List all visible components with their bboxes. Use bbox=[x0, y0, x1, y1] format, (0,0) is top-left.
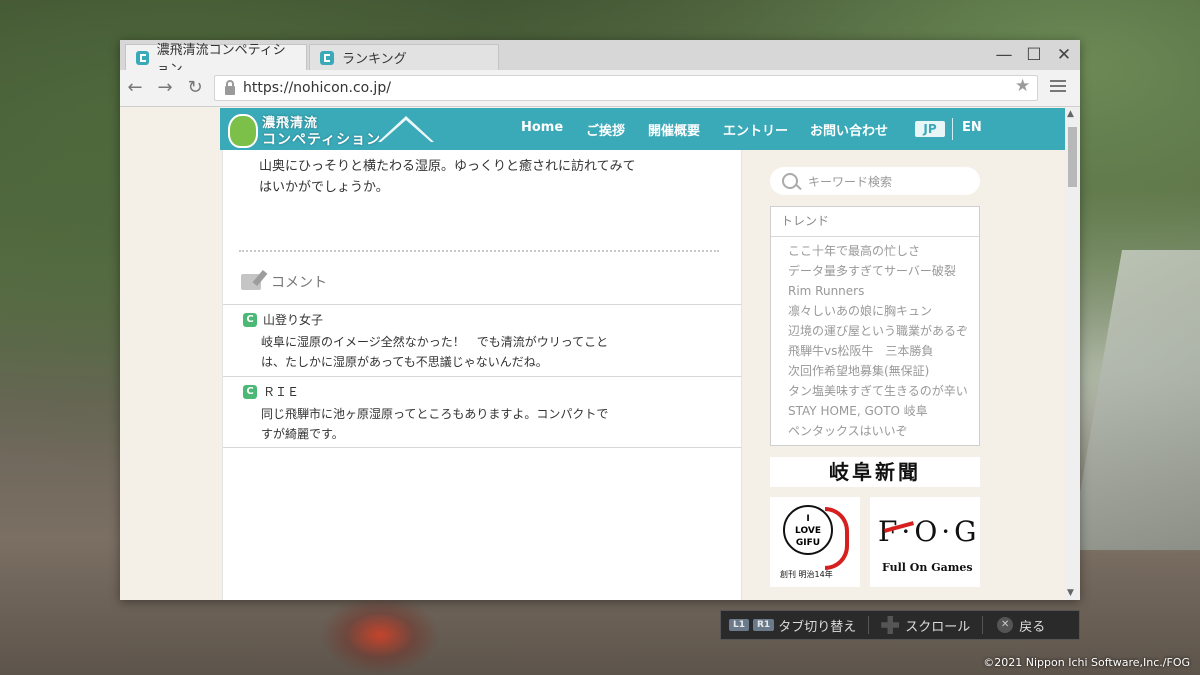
nav-contact[interactable]: お問い合わせ bbox=[810, 120, 888, 139]
article-line: はいかがでしょうか。 bbox=[259, 180, 389, 195]
trend-item[interactable]: タン塩美味すぎて生きるのが辛い bbox=[788, 381, 979, 401]
trend-item[interactable]: STAY HOME, GOTO 岐阜 bbox=[788, 401, 979, 421]
l1-button-icon: L1 bbox=[729, 619, 749, 631]
trend-list: ここ十年で最高の忙しさ データ量多すぎてサーバー破裂 Rim Runners 凛… bbox=[771, 237, 979, 441]
hint-tab-switch: タブ切り替え bbox=[778, 619, 857, 635]
nav-greeting[interactable]: ご挨拶 bbox=[586, 120, 625, 139]
bookmark-star-icon[interactable]: ★ bbox=[1015, 76, 1030, 96]
browser-window: 濃飛清流コンペティション ランキング — ☐ ✕ ← → ↻ https://n… bbox=[120, 40, 1080, 600]
trend-title: トレンド bbox=[771, 207, 979, 237]
url-text: https://nohicon.co.jp/ bbox=[243, 80, 391, 96]
controller-hint-bar: L1 R1 タブ切り替え スクロール ✕ 戻る bbox=[720, 610, 1080, 640]
comment-author: C 山登り女子 bbox=[243, 311, 323, 328]
close-button[interactable]: ✕ bbox=[1052, 45, 1076, 65]
site-header: 濃飛清流 コンペティション Home ご挨拶 開催概要 エントリー お問い合わせ… bbox=[220, 108, 1065, 150]
back-arrow-icon[interactable]: ← bbox=[124, 77, 146, 98]
hint-divider bbox=[868, 616, 870, 634]
menu-icon[interactable] bbox=[1050, 77, 1066, 95]
comment-author-name: 山登り女子 bbox=[263, 313, 324, 327]
pencil-icon bbox=[241, 274, 261, 290]
trend-item[interactable]: 次回作希望地募集(無保証) bbox=[788, 361, 979, 381]
search-input[interactable]: キーワード検索 bbox=[770, 167, 980, 195]
comment-line: 岐阜に湿原のイメージ全然なかった！ でも清流がウリってこと bbox=[261, 335, 609, 349]
article-line: 山奥にひっそりと横たわる湿原。ゆっくりと癒されに訪れてみて bbox=[259, 159, 636, 174]
reload-icon[interactable]: ↻ bbox=[184, 77, 206, 98]
hint-scroll: スクロール bbox=[905, 619, 971, 635]
comment-line: すが綺麗です。 bbox=[261, 427, 344, 441]
tent-background bbox=[1070, 250, 1200, 550]
browser-toolbar: ← → ↻ https://nohicon.co.jp/ ★ bbox=[120, 70, 1080, 107]
nav-home[interactable]: Home bbox=[521, 120, 563, 135]
dotted-divider bbox=[239, 250, 719, 252]
site-favicon-icon bbox=[320, 50, 334, 65]
trend-item[interactable]: ここ十年で最高の忙しさ bbox=[788, 241, 979, 261]
trend-item[interactable]: Rim Runners bbox=[788, 281, 979, 301]
campfire-glow bbox=[320, 595, 440, 675]
site-logo[interactable]: 濃飛清流 コンペティション bbox=[228, 110, 438, 148]
logo-line2: コンペティション bbox=[262, 132, 382, 148]
nav-entry[interactable]: エントリー bbox=[723, 120, 788, 139]
frog-mascot-icon bbox=[228, 114, 258, 148]
trend-item[interactable]: 凛々しいあの娘に胸キュン bbox=[788, 301, 979, 321]
gifu-subtitle: 創刊 明治14年 bbox=[780, 570, 833, 579]
trend-box: トレンド ここ十年で最高の忙しさ データ量多すぎてサーバー破裂 Rim Runn… bbox=[770, 206, 980, 446]
fog-subtitle: Full On Games bbox=[882, 561, 973, 574]
fog-logo: F·O·G bbox=[878, 515, 981, 548]
gifu-shimbun-banner[interactable]: 岐阜新聞 bbox=[770, 457, 980, 487]
lang-divider bbox=[952, 118, 953, 140]
mountain-inner bbox=[381, 120, 431, 142]
comment-author-name: ＲＩＥ bbox=[263, 385, 300, 399]
address-bar[interactable]: https://nohicon.co.jp/ bbox=[214, 75, 1038, 101]
trend-item[interactable]: 辺境の運び屋という職業があるぞ bbox=[788, 321, 979, 341]
search-placeholder: キーワード検索 bbox=[808, 174, 893, 189]
search-icon bbox=[782, 173, 798, 189]
forward-arrow-icon[interactable]: → bbox=[154, 77, 176, 98]
i-love-gifu-banner[interactable]: I LOVE GIFU 創刊 明治14年 bbox=[770, 497, 860, 587]
comment-body: 岐阜に湿原のイメージ全然なかった！ でも清流がウリってこと は、たしかに湿原があ… bbox=[261, 332, 621, 372]
scroll-down-icon[interactable]: ▼ bbox=[1067, 588, 1074, 598]
cross-button-icon: ✕ bbox=[997, 617, 1014, 633]
minimize-button[interactable]: — bbox=[992, 45, 1016, 65]
hint-back: 戻る bbox=[1019, 619, 1046, 635]
comment-item: C ＲＩＥ 同じ飛騨市に池ヶ原湿原ってところもありますよ。コンパクトで すが綺麗… bbox=[223, 376, 741, 448]
scrollbar[interactable]: ▲ ▼ bbox=[1065, 107, 1080, 600]
tab-ranking[interactable]: ランキング bbox=[309, 44, 499, 70]
lang-jp-button[interactable]: JP bbox=[915, 121, 945, 137]
trend-item[interactable]: 飛騨牛vs松阪牛 三本勝負 bbox=[788, 341, 979, 361]
comment-user-icon: C bbox=[243, 384, 257, 399]
site-favicon-icon bbox=[136, 50, 149, 65]
maximize-button[interactable]: ☐ bbox=[1022, 45, 1046, 65]
scroll-up-icon[interactable]: ▲ bbox=[1067, 109, 1074, 119]
comment-line: 同じ飛騨市に池ヶ原湿原ってところもありますよ。コンパクトで bbox=[261, 407, 609, 421]
scroll-thumb[interactable] bbox=[1068, 127, 1077, 187]
red-swoosh-icon bbox=[825, 507, 849, 570]
r1-button-icon: R1 bbox=[753, 619, 775, 631]
page-viewport[interactable]: 濃飛清流 コンペティション Home ご挨拶 開催概要 エントリー お問い合わせ… bbox=[120, 107, 1065, 600]
tab-label: ランキング bbox=[342, 52, 407, 67]
dpad-icon bbox=[881, 616, 900, 634]
comment-section-title: コメント bbox=[241, 272, 327, 292]
lock-icon bbox=[225, 79, 235, 95]
main-content: 山奥にひっそりと横たわる湿原。ゆっくりと癒されに訪れてみて はいかがでしょうか。… bbox=[222, 150, 742, 600]
nav-overview[interactable]: 開催概要 bbox=[648, 120, 700, 139]
comment-item: C 山登り女子 岐阜に湿原のイメージ全然なかった！ でも清流がウリってこと は、… bbox=[223, 304, 741, 376]
comment-body: 同じ飛騨市に池ヶ原湿原ってところもありますよ。コンパクトで すが綺麗です。 bbox=[261, 404, 621, 444]
tab-bar: 濃飛清流コンペティション ランキング — ☐ ✕ bbox=[120, 40, 1080, 77]
fog-banner[interactable]: F·O·G Full On Games bbox=[870, 497, 980, 587]
comment-user-icon: C bbox=[243, 312, 257, 327]
comment-line: は、たしかに湿原があっても不思議じゃないんだね。 bbox=[261, 355, 548, 369]
trend-item[interactable]: ペンタックスはいいぞ bbox=[788, 421, 979, 441]
tab-nohicon[interactable]: 濃飛清流コンペティション bbox=[125, 43, 307, 77]
trend-item[interactable]: データ量多すぎてサーバー破裂 bbox=[788, 261, 979, 281]
comment-author: C ＲＩＥ bbox=[243, 383, 299, 400]
copyright-text: ©2021 Nippon Ichi Software,Inc./FOG bbox=[983, 656, 1190, 669]
hint-divider bbox=[982, 616, 984, 634]
comment-title-text: コメント bbox=[271, 275, 327, 291]
gifu-love: LOVE bbox=[795, 526, 821, 536]
article-text: 山奥にひっそりと横たわる湿原。ゆっくりと癒されに訪れてみて はいかがでしょうか。 bbox=[259, 156, 689, 198]
lang-en-button[interactable]: EN bbox=[962, 120, 982, 135]
